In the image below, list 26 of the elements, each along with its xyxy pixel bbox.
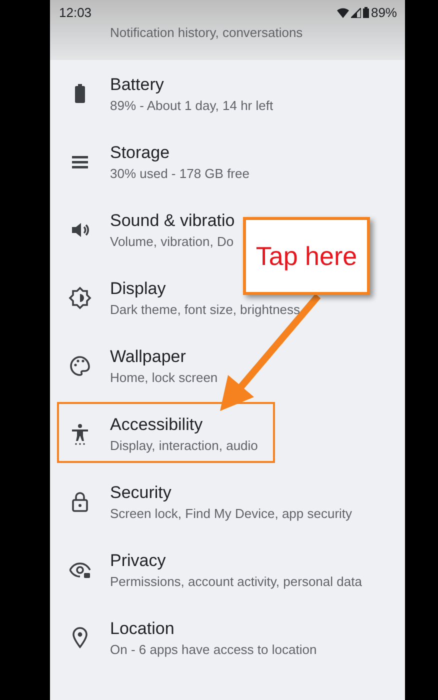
setting-subtitle: Dark theme, font size, brightness xyxy=(110,302,300,317)
setting-subtitle: 30% used - 178 GB free xyxy=(110,166,250,181)
callout-label: Tap here xyxy=(243,217,370,295)
setting-subtitle: 89% - About 1 day, 14 hr left xyxy=(110,98,274,113)
setting-subtitle: On - 6 apps have access to location xyxy=(110,642,317,657)
setting-subtitle: Display, interaction, audio xyxy=(110,438,258,453)
setting-title[interactable]: Accessibility xyxy=(110,415,203,435)
display-icon xyxy=(68,286,92,310)
setting-title[interactable]: Sound & vibratio xyxy=(110,211,235,231)
wallpaper-icon xyxy=(68,354,92,378)
setting-subtitle: Volume, vibration, Do xyxy=(110,234,234,249)
setting-title[interactable]: Security xyxy=(110,483,172,503)
setting-subtitle: Permissions, account activity, personal data xyxy=(110,574,362,589)
setting-title[interactable]: Battery xyxy=(110,75,164,95)
setting-title[interactable]: Privacy xyxy=(110,551,166,571)
setting-subtitle: Notification history, conversations xyxy=(110,25,303,40)
setting-title[interactable]: Storage xyxy=(110,143,170,163)
battery-percent: 89% xyxy=(370,5,397,20)
signal-icon xyxy=(350,8,361,18)
setting-subtitle: Screen lock, Find My Device, app security xyxy=(110,506,352,521)
setting-title[interactable]: Display xyxy=(110,279,166,299)
status-time: 12:03 xyxy=(59,5,92,20)
setting-title[interactable]: Location xyxy=(110,619,174,639)
setting-subtitle: Home, lock screen xyxy=(110,370,218,385)
battery-icon xyxy=(362,7,369,18)
setting-title[interactable]: Wallpaper xyxy=(110,347,186,367)
